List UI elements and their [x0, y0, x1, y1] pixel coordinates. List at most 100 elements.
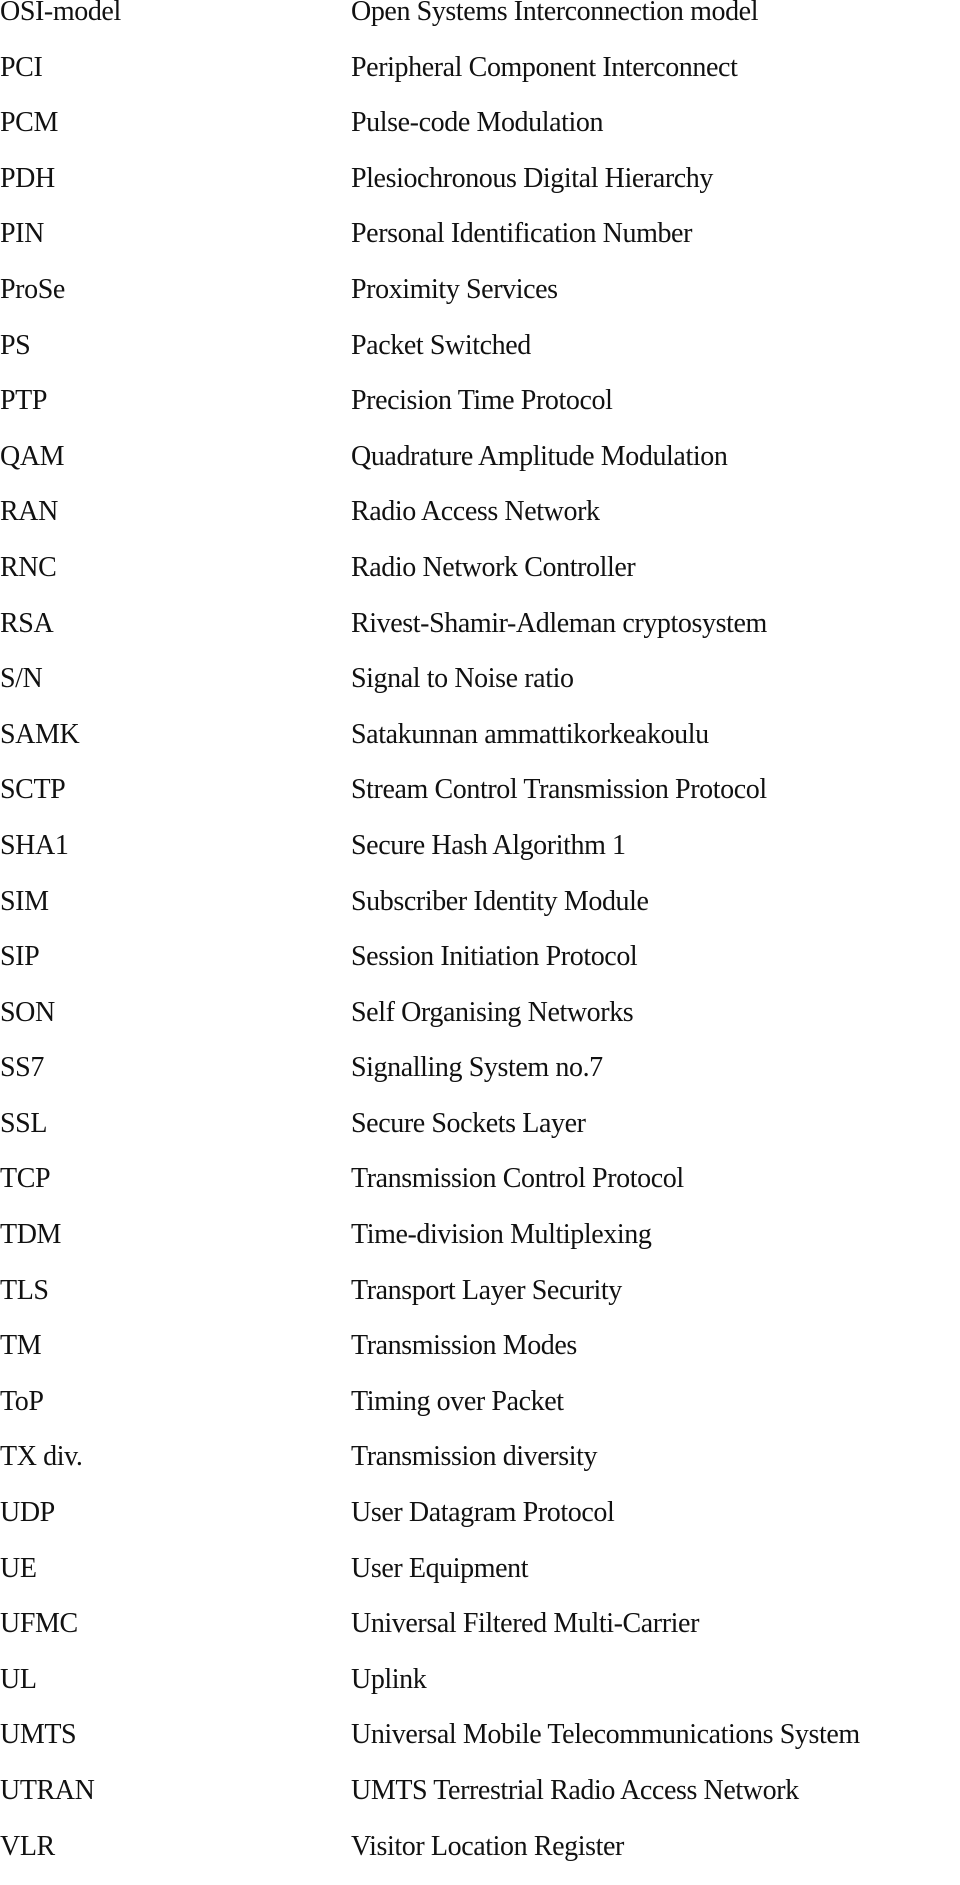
abbreviation-row: PCM Pulse-code Modulation: [0, 106, 960, 162]
abbreviation-term: PCM: [0, 107, 58, 139]
abbreviation-definition: Pulse-code Modulation: [351, 107, 604, 139]
abbreviation-term: OSI-model: [0, 0, 121, 27]
abbreviation-definition: Satakunnan ammattikorkeakoulu: [351, 718, 709, 750]
abbreviation-definition: Secure Sockets Layer: [351, 1107, 586, 1139]
abbreviation-row: SAMK Satakunnan ammattikorkeakoulu: [0, 718, 960, 774]
abbreviation-term: PTP: [0, 385, 48, 417]
abbreviation-term: SS7: [0, 1052, 44, 1084]
abbreviation-row: UL Uplink: [0, 1663, 960, 1719]
abbreviation-row: TM Transmission Modes: [0, 1329, 960, 1385]
abbreviation-row: SHA1 Secure Hash Algorithm 1: [0, 829, 960, 885]
abbreviation-term: VLR: [0, 1830, 55, 1862]
abbreviation-definition: Signalling System no.7: [351, 1052, 603, 1084]
abbreviation-row: PTP Precision Time Protocol: [0, 384, 960, 440]
abbreviation-term: PIN: [0, 218, 44, 250]
abbreviation-definition: Time-division Multiplexing: [351, 1219, 652, 1251]
abbreviation-row: UTRAN UMTS Terrestrial Radio Access Netwo…: [0, 1774, 960, 1830]
abbreviation-row: SCTP Stream Control Transmission Protocol: [0, 773, 960, 829]
abbreviation-row: UMTS Universal Mobile Telecommunications …: [0, 1718, 960, 1774]
abbreviation-term: RNC: [0, 551, 57, 583]
abbreviation-row: PDH Plesiochronous Digital Hierarchy: [0, 162, 960, 218]
abbreviation-row: QAM Quadrature Amplitude Modulation: [0, 440, 960, 496]
abbreviation-definition: Visitor Location Register: [351, 1830, 624, 1862]
abbreviation-row: SS7 Signalling System no.7: [0, 1051, 960, 1107]
abbreviation-definition: Universal Filtered Multi-Carrier: [351, 1608, 699, 1640]
abbreviation-term: TX div.: [0, 1441, 83, 1473]
abbreviation-term: SCTP: [0, 774, 66, 806]
abbreviation-row: SSL Secure Sockets Layer: [0, 1107, 960, 1163]
abbreviation-row: TCP Transmission Control Protocol: [0, 1162, 960, 1218]
abbreviation-row: S/N Signal to Noise ratio: [0, 662, 960, 718]
abbreviation-definition: Subscriber Identity Module: [351, 885, 649, 917]
abbreviation-term: SHA1: [0, 829, 69, 861]
abbreviation-term: TLS: [0, 1274, 49, 1306]
abbreviation-row: TLS Transport Layer Security: [0, 1274, 960, 1330]
abbreviation-row: UDP User Datagram Protocol: [0, 1496, 960, 1552]
abbreviation-term: UFMC: [0, 1608, 78, 1640]
abbreviation-term: PCI: [0, 51, 43, 83]
abbreviation-term: TDM: [0, 1219, 62, 1251]
abbreviation-definition: Timing over Packet: [351, 1385, 564, 1417]
abbreviation-row: RNC Radio Network Controller: [0, 551, 960, 607]
abbreviation-definition: Proximity Services: [351, 273, 558, 305]
abbreviation-definition: UMTS Terrestrial Radio Access Network: [351, 1775, 799, 1806]
abbreviation-definition: Transmission diversity: [351, 1441, 598, 1473]
abbreviation-row: PCI Peripheral Component Interconnect: [0, 51, 960, 107]
abbreviation-definition: Self Organising Networks: [351, 996, 634, 1028]
abbreviation-row: RSA Rivest-Shamir-Adleman cryptosystem: [0, 607, 960, 663]
abbreviation-definition: User Datagram Protocol: [351, 1497, 615, 1529]
abbreviation-row: UFMC Universal Filtered Multi-Carrier: [0, 1607, 960, 1663]
abbreviation-term: RAN: [0, 496, 58, 528]
abbreviation-definition: Rivest-Shamir-Adleman cryptosystem: [351, 607, 767, 639]
abbreviation-term: SSL: [0, 1107, 48, 1139]
abbreviation-definition: Precision Time Protocol: [351, 385, 613, 417]
abbreviation-definition: Transport Layer Security: [351, 1274, 622, 1306]
abbreviation-row: RAN Radio Access Network: [0, 495, 960, 551]
abbreviation-definition: Transmission Modes: [351, 1330, 577, 1362]
abbreviation-term: S/N: [0, 663, 43, 695]
abbreviation-term: TCP: [0, 1163, 51, 1195]
abbreviation-row: SIP Session Initiation Protocol: [0, 940, 960, 996]
abbreviation-definition: User Equipment: [351, 1552, 529, 1584]
abbreviation-definition: Peripheral Component Interconnect: [351, 51, 738, 83]
abbreviation-definition: Radio Access Network: [351, 496, 600, 528]
abbreviation-term: RSA: [0, 607, 54, 639]
abbreviation-definition: Universal Mobile Telecommunications Syst…: [351, 1719, 860, 1751]
abbreviation-definition: Transmission Control Protocol: [351, 1163, 684, 1195]
abbreviation-term: SIM: [0, 885, 49, 917]
abbreviation-definition: Personal Identification Number: [351, 218, 693, 250]
abbreviation-definition: Packet Switched: [351, 329, 531, 361]
abbreviation-term: SIP: [0, 941, 40, 973]
abbreviation-definition: Secure Hash Algorithm 1: [351, 829, 626, 861]
abbreviations-list: OSI-model Open Systems Interconnection mo…: [0, 0, 960, 1885]
abbreviation-row: VLR Visitor Location Register: [0, 1830, 960, 1885]
abbreviation-definition: Radio Network Controller: [351, 551, 636, 583]
abbreviation-definition: Signal to Noise ratio: [351, 663, 574, 695]
abbreviation-term: PS: [0, 329, 31, 361]
abbreviation-term: UTRAN: [0, 1775, 95, 1806]
abbreviation-term: UDP: [0, 1497, 55, 1529]
abbreviation-definition: Session Initiation Protocol: [351, 941, 638, 973]
abbreviation-term: SON: [0, 996, 55, 1028]
abbreviation-term: UE: [0, 1552, 37, 1584]
abbreviation-row: TDM Time-division Multiplexing: [0, 1218, 960, 1274]
abbreviation-term: TM: [0, 1330, 42, 1362]
abbreviation-term: QAM: [0, 440, 65, 472]
abbreviation-term: UMTS: [0, 1719, 77, 1751]
abbreviation-row: UE User Equipment: [0, 1552, 960, 1608]
abbreviation-definition: Quadrature Amplitude Modulation: [351, 440, 728, 472]
abbreviation-term: PDH: [0, 162, 55, 194]
abbreviation-definition: Plesiochronous Digital Hierarchy: [351, 162, 714, 194]
abbreviation-row: PS Packet Switched: [0, 329, 960, 385]
abbreviation-term: UL: [0, 1663, 37, 1695]
abbreviation-term: ProSe: [0, 273, 65, 305]
abbreviation-term: SAMK: [0, 718, 80, 750]
abbreviation-row: PIN Personal Identification Number: [0, 217, 960, 273]
abbreviation-row: ProSe Proximity Services: [0, 273, 960, 329]
abbreviation-row: SON Self Organising Networks: [0, 996, 960, 1052]
abbreviation-term: ToP: [0, 1385, 44, 1417]
abbreviation-definition: Stream Control Transmission Protocol: [351, 774, 767, 806]
abbreviation-definition: Uplink: [351, 1663, 427, 1695]
abbreviation-row: SIM Subscriber Identity Module: [0, 885, 960, 941]
abbreviation-definition: Open Systems Interconnection model: [351, 0, 759, 27]
